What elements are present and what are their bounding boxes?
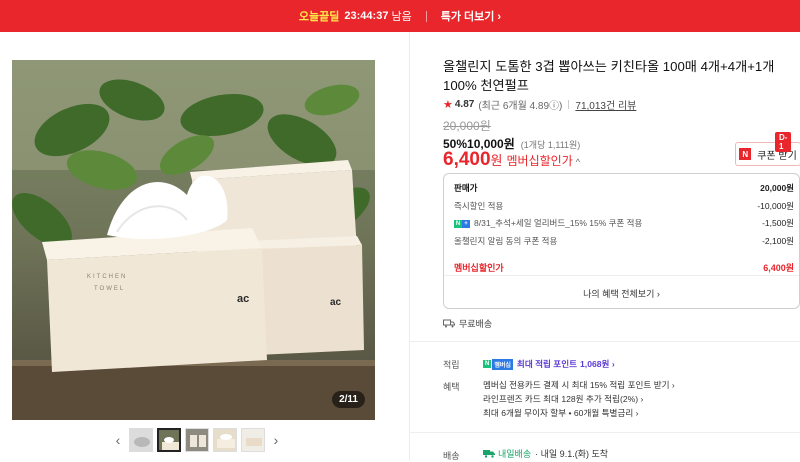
box-text-kitchen: KITCHEN xyxy=(87,274,127,280)
delivery-date: · 내일 9.1.(화) 도착 xyxy=(535,449,609,459)
price-breakdown-box: 판매가 20,000원 즉시할인 적용 -10,000원 N + 8/31_추석+세… xyxy=(443,173,800,309)
thumbnail-5[interactable] xyxy=(241,428,265,452)
delivery-badge: 내일배송 xyxy=(498,449,532,459)
review-count-link[interactable]: 71,013건 리뷰 xyxy=(575,97,636,112)
points-row[interactable]: N 멤버십 최대 적립 포인트 1,068원 › xyxy=(483,358,615,370)
breakdown-row-instant: 즉시할인 적용 -10,000원 xyxy=(454,200,794,212)
member-price-won: 원 xyxy=(490,153,503,168)
rating-recent[interactable]: (최근 6개월 4.89ⓘ) xyxy=(478,97,562,112)
naver-n-icon: N xyxy=(739,148,752,160)
product-image[interactable]: KITCHEN TOWEL ac ac 2/11 xyxy=(12,60,375,420)
thumbnail-1[interactable] xyxy=(129,428,153,452)
breakdown-value: 20,000원 xyxy=(760,183,794,193)
shipping-row: 무료배송 xyxy=(443,317,492,330)
truck-icon xyxy=(443,319,455,328)
thumbnail-next-icon[interactable]: › xyxy=(269,432,283,448)
benefit-line-2[interactable]: 라인프렌즈 카드 최대 128원 추가 적립(2%) › xyxy=(483,392,643,406)
deal-label: 오늘끝딜 xyxy=(298,11,340,23)
thumbnail-strip: ‹ › xyxy=(111,428,283,452)
points-text: 최대 적립 포인트 xyxy=(516,359,578,369)
points-label: 적립 xyxy=(443,360,460,370)
breakdown-row-alert-coupon: 올챌린지 알림 동의 쿠폰 적용 -2,100원 xyxy=(454,235,794,247)
member-price-row[interactable]: 6,400 원 멤버십할인가 ^ xyxy=(443,149,580,171)
breakdown-divider xyxy=(444,275,799,276)
box-brand-front: ac xyxy=(237,293,249,305)
breakdown-label: 올챌린지 알림 동의 쿠폰 적용 xyxy=(454,236,558,246)
benefit-line-3[interactable]: 최대 6개월 무이자 할부 • 60개월 특별금리 › xyxy=(483,406,639,420)
product-title: 올챌린지 도톰한 3겹 뽑아쓰는 키친타올 100매 4개+4개+1개 100%… xyxy=(443,59,775,93)
deal-timer: 23:44:37 xyxy=(344,10,389,22)
thumbnail-prev-icon[interactable]: ‹ xyxy=(111,432,125,448)
delivery-row: 내일배송 · 내일 9.1.(화) 도착 xyxy=(483,447,608,460)
thumbnail-3[interactable] xyxy=(185,428,209,452)
naver-plus-icon: N + xyxy=(454,219,470,228)
banner-divider xyxy=(425,10,427,22)
deal-remain-text: 남음 xyxy=(391,11,412,23)
breakdown-total-value: 6,400원 xyxy=(763,263,794,273)
deal-banner: 오늘끝딜 23:44:37 남음 특가 더보기 › xyxy=(0,0,800,32)
star-icon: ★ xyxy=(443,99,453,111)
product-photo-illustration: KITCHEN TOWEL ac ac xyxy=(12,60,375,420)
section-divider xyxy=(410,432,800,433)
column-divider xyxy=(409,32,410,461)
breakdown-label: 즉시할인 적용 xyxy=(454,201,504,211)
rating-row: ★ 4.87 (최근 6개월 4.89ⓘ) 71,013건 리뷰 xyxy=(443,97,636,112)
membership-tag-icon: 멤버십 xyxy=(492,358,513,370)
free-shipping-text: 무료배송 xyxy=(459,319,493,329)
breakdown-label: 판매가 xyxy=(454,183,478,193)
section-divider xyxy=(410,341,800,342)
breakdown-value: -1,500원 xyxy=(762,218,794,228)
rating-divider xyxy=(568,100,570,109)
member-price-label: 멤버십할인가 xyxy=(506,154,573,168)
naver-tag-icon: N xyxy=(483,360,492,368)
view-all-benefits-link[interactable]: 나의 혜택 전체보기 › xyxy=(444,287,799,300)
box-text-towel: TOWEL xyxy=(94,286,125,292)
breakdown-label-wrap: N + 8/31_추석+세일 얼리버드_15% 15% 쿠폰 적용 xyxy=(454,217,642,229)
benefit-line-1[interactable]: 멤버십 전용카드 결제 시 최대 15% 적립 포인트 받기 › xyxy=(483,378,675,392)
more-deals-link[interactable]: 특가 더보기 › xyxy=(441,8,501,24)
original-price: 20,000원 xyxy=(443,119,491,133)
box-brand-right: ac xyxy=(330,297,342,308)
member-price: 6,400 xyxy=(443,149,491,170)
breakdown-row-coupon: N + 8/31_추석+세일 얼리버드_15% 15% 쿠폰 적용 -1,500원 xyxy=(454,217,794,229)
chevron-up-icon[interactable]: ^ xyxy=(576,157,580,167)
benefits-label: 혜택 xyxy=(443,382,460,392)
thumbnail-2[interactable] xyxy=(157,428,181,452)
image-page-indicator: 2/11 xyxy=(332,391,365,408)
breakdown-label: 8/31_추석+세일 얼리버드_15% 15% 쿠폰 적용 xyxy=(474,218,643,228)
breakdown-total-label: 멤버십할인가 xyxy=(454,263,504,273)
rating-score: 4.87 xyxy=(454,99,475,110)
breakdown-value: -2,100원 xyxy=(762,236,794,246)
points-amount: 1,068원 › xyxy=(580,359,615,369)
breakdown-value: -10,000원 xyxy=(757,201,794,211)
dday-badge: D-1 xyxy=(775,132,792,152)
delivery-truck-icon xyxy=(483,450,495,458)
breakdown-row-sale: 판매가 20,000원 xyxy=(454,182,794,194)
breakdown-row-total: 멤버십할인가 6,400원 xyxy=(454,261,794,274)
delivery-label: 배송 xyxy=(443,451,460,461)
thumbnail-4[interactable] xyxy=(213,428,237,452)
